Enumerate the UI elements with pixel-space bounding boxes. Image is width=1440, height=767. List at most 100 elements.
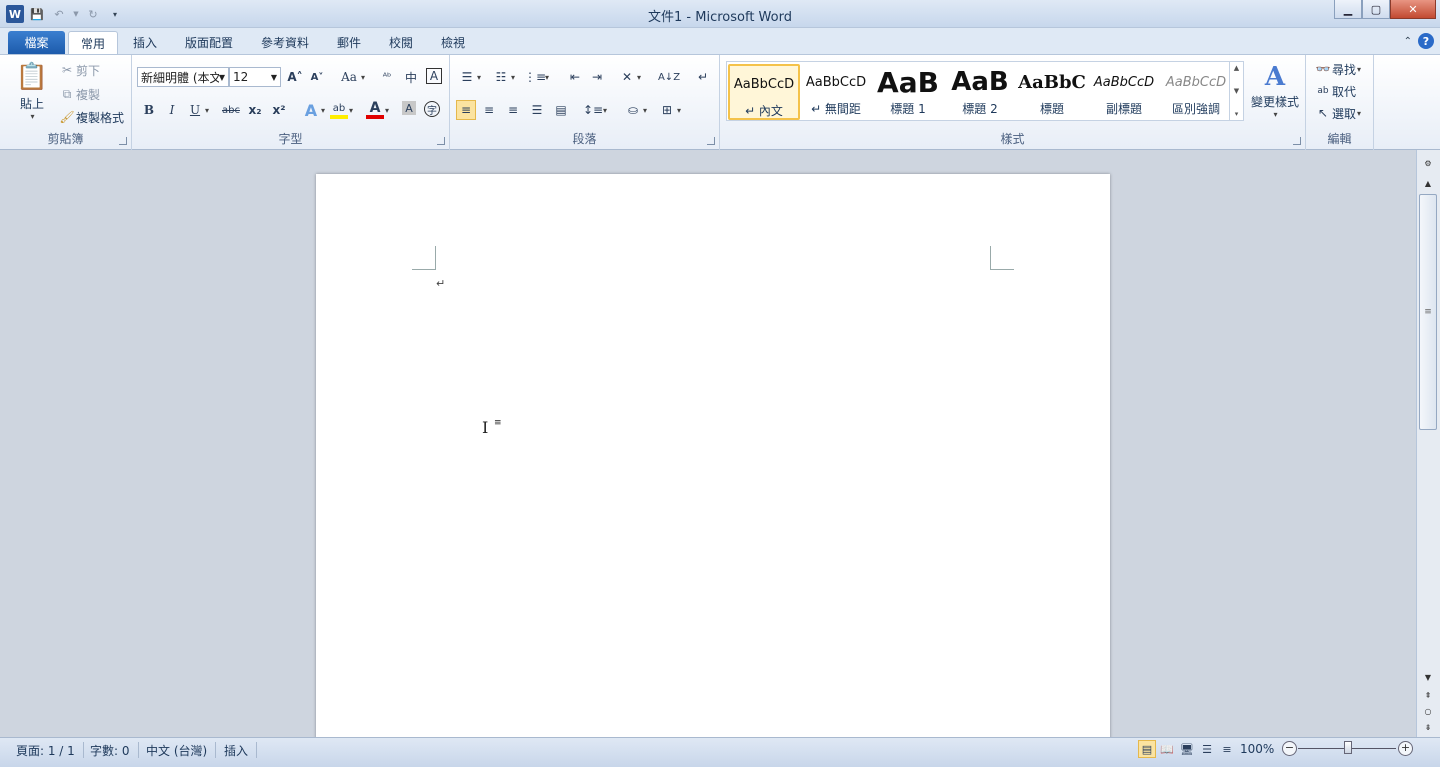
- justify-button[interactable]: ☰: [528, 101, 546, 119]
- highlighter-icon: ab: [330, 101, 348, 119]
- styles-launcher-icon[interactable]: [1293, 137, 1301, 145]
- style-no-spacing[interactable]: AaBbCcD ↵ 無間距: [800, 64, 872, 120]
- strikethrough-button[interactable]: abc: [220, 101, 242, 119]
- tab-file[interactable]: 檔案: [8, 31, 65, 54]
- tab-review[interactable]: 校閱: [380, 31, 422, 54]
- character-shading-button[interactable]: A: [402, 101, 416, 115]
- language-indicator[interactable]: 中文 (台灣): [138, 742, 217, 758]
- next-page-icon[interactable]: ⇟: [1421, 720, 1435, 734]
- line-spacing-button[interactable]: ↕≡ ▾: [583, 101, 607, 119]
- style-normal[interactable]: AaBbCcD ↵ 內文: [728, 64, 800, 120]
- change-case-button[interactable]: Aa ▾: [338, 68, 365, 86]
- style-subtitle[interactable]: AaBbCcD 副標題: [1088, 64, 1160, 120]
- subscript-button[interactable]: x₂: [246, 101, 264, 119]
- clear-formatting-button[interactable]: ᴬᵇ: [378, 68, 396, 86]
- format-painter-button[interactable]: 🖌 複製格式: [58, 108, 124, 126]
- page-count[interactable]: 頁面: 1 / 1: [8, 742, 84, 758]
- zoom-in-icon[interactable]: +: [1398, 741, 1413, 756]
- print-layout-icon[interactable]: ▤: [1138, 740, 1156, 758]
- align-center-button[interactable]: ≡: [480, 101, 498, 119]
- tab-references[interactable]: 參考資料: [252, 31, 318, 54]
- phonetic-guide-button[interactable]: 中: [402, 68, 420, 86]
- copy-button[interactable]: ⧉ 複製: [58, 85, 100, 103]
- highlight-button[interactable]: ab ▾: [330, 101, 353, 119]
- clipboard-launcher-icon[interactable]: [119, 137, 127, 145]
- italic-button[interactable]: I: [163, 101, 181, 119]
- text-effects-button[interactable]: A ▾: [302, 101, 325, 120]
- grow-font-button[interactable]: A˄: [286, 68, 304, 86]
- gallery-down-icon[interactable]: ▼: [1234, 87, 1239, 95]
- margin-corner-top-left: [412, 246, 436, 270]
- style-heading-1[interactable]: AaB 標題 1: [872, 64, 944, 120]
- gallery-up-icon[interactable]: ▲: [1234, 64, 1239, 72]
- ruler-toggle-icon[interactable]: ⚙: [1421, 156, 1435, 170]
- zoom-slider-thumb[interactable]: [1344, 741, 1352, 754]
- style-title[interactable]: AaBbC 標題: [1016, 64, 1088, 120]
- font-name-combo[interactable]: 新細明體 (本文 ▼: [137, 67, 229, 87]
- help-icon[interactable]: ?: [1418, 33, 1434, 49]
- tab-view[interactable]: 檢視: [432, 31, 474, 54]
- word-count[interactable]: 字數: 0: [82, 742, 139, 758]
- maximize-button[interactable]: ▢: [1362, 0, 1390, 19]
- align-right-button[interactable]: ≡: [504, 101, 522, 119]
- zoom-out-icon[interactable]: −: [1282, 741, 1297, 756]
- document-page[interactable]: ↵ I ≡: [316, 174, 1110, 754]
- increase-indent-button[interactable]: ⇥: [588, 68, 606, 86]
- paragraph-launcher-icon[interactable]: [707, 137, 715, 145]
- status-bar: 頁面: 1 / 1 字數: 0 中文 (台灣) 插入 ▤ 📖 🖥 ☰ ≡ 100…: [0, 737, 1440, 767]
- styles-group-label: 樣式: [1000, 132, 1025, 146]
- font-launcher-icon[interactable]: [437, 137, 445, 145]
- scroll-down-icon[interactable]: ▼: [1421, 670, 1435, 684]
- cursor-icon: ↖: [1317, 106, 1329, 120]
- change-styles-button[interactable]: A 變更樣式 ▾: [1248, 61, 1302, 119]
- gallery-more-icon[interactable]: ▾: [1235, 110, 1239, 118]
- shrink-font-button[interactable]: A˅: [308, 68, 326, 86]
- minimize-ribbon-icon[interactable]: ⌃: [1404, 36, 1412, 47]
- shading-button[interactable]: ⛀ ▾: [624, 101, 647, 119]
- margin-corner-top-right: [990, 246, 1014, 270]
- tab-insert[interactable]: 插入: [124, 31, 166, 54]
- close-button[interactable]: ✕: [1390, 0, 1436, 19]
- asian-layout-button[interactable]: ✕ ▾: [618, 68, 641, 86]
- insert-mode-indicator[interactable]: 插入: [216, 742, 258, 758]
- character-border-button[interactable]: A: [426, 68, 442, 84]
- sort-button[interactable]: A↓Z: [658, 68, 680, 86]
- multilevel-list-button[interactable]: ⋮≡ ▾: [524, 68, 549, 86]
- scroll-up-icon[interactable]: ▲: [1421, 176, 1435, 190]
- full-screen-reading-icon[interactable]: 📖: [1158, 740, 1176, 758]
- clipboard-group-label: 剪貼簿: [47, 132, 84, 146]
- underline-icon: U: [189, 103, 201, 117]
- underline-button[interactable]: U ▾: [186, 101, 209, 119]
- style-subtle-emphasis[interactable]: AaBbCcD 區別強調: [1160, 64, 1232, 120]
- decrease-indent-button[interactable]: ⇤: [566, 68, 584, 86]
- numbering-button[interactable]: ☷ ▾: [492, 68, 515, 86]
- web-layout-icon[interactable]: 🖥: [1178, 740, 1196, 758]
- borders-button[interactable]: ⊞ ▾: [658, 101, 681, 119]
- align-left-button[interactable]: ≡: [456, 100, 476, 120]
- paste-button[interactable]: 📋 貼上 ▾: [14, 59, 50, 121]
- minimize-button[interactable]: ▁: [1334, 0, 1362, 19]
- font-color-button[interactable]: A ▾: [366, 100, 389, 119]
- replace-button[interactable]: ab 取代: [1314, 82, 1356, 100]
- cut-button[interactable]: ✂ 剪下: [58, 61, 100, 79]
- bold-button[interactable]: B: [140, 101, 158, 119]
- scroll-thumb[interactable]: ≡: [1419, 194, 1437, 430]
- outline-view-icon[interactable]: ☰: [1198, 740, 1216, 758]
- vertical-scrollbar[interactable]: ⚙ ▲ ≡ ▼ ⇞ ○ ⇟: [1416, 150, 1440, 737]
- draft-view-icon[interactable]: ≡: [1218, 740, 1236, 758]
- bullets-button[interactable]: ☰ ▾: [458, 68, 481, 86]
- style-heading-2[interactable]: AaB 標題 2: [944, 64, 1016, 120]
- show-formatting-marks-button[interactable]: ↵: [694, 68, 712, 86]
- font-size-combo[interactable]: 12 ▼: [229, 67, 281, 87]
- previous-page-icon[interactable]: ⇞: [1421, 688, 1435, 702]
- distributed-button[interactable]: ▤: [552, 101, 570, 119]
- tab-page-layout[interactable]: 版面配置: [176, 31, 242, 54]
- tab-mailings[interactable]: 郵件: [328, 31, 370, 54]
- zoom-level[interactable]: 100%: [1240, 742, 1274, 756]
- select-button[interactable]: ↖ 選取 ▾: [1314, 104, 1361, 122]
- superscript-button[interactable]: x²: [270, 101, 288, 119]
- tab-home[interactable]: 常用: [68, 31, 118, 54]
- browse-object-icon[interactable]: ○: [1421, 704, 1435, 718]
- find-button[interactable]: 👓 尋找 ▾: [1314, 60, 1362, 78]
- enclose-characters-button[interactable]: 字: [424, 101, 440, 117]
